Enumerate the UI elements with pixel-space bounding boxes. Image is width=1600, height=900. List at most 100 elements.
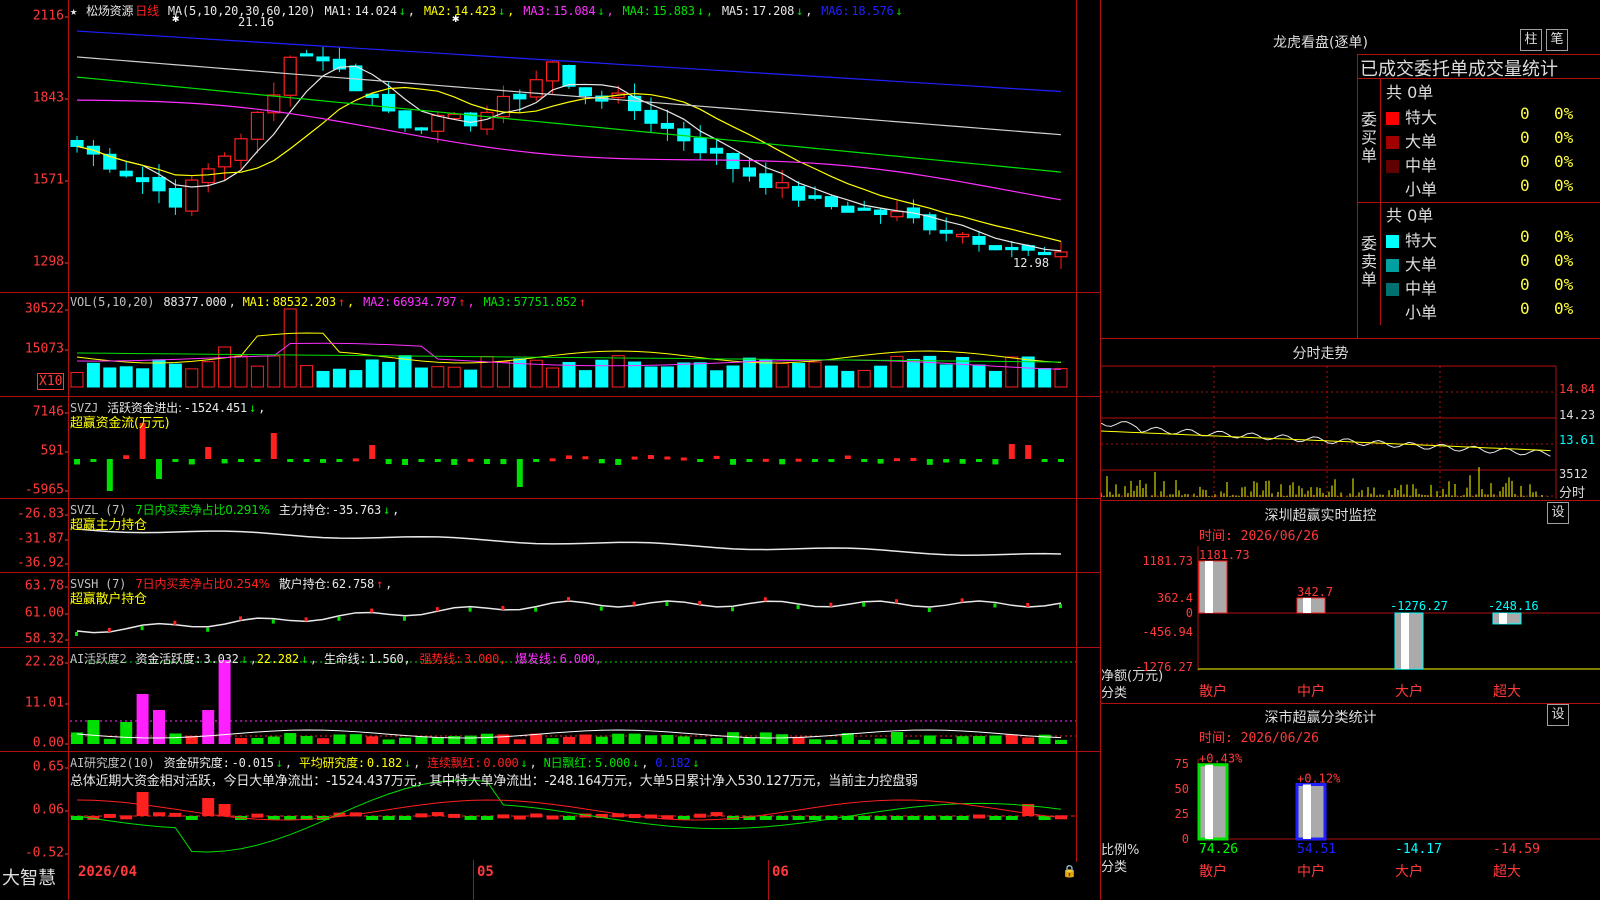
flow-bar bbox=[1008, 444, 1015, 459]
activity-bar bbox=[743, 738, 756, 744]
bar-mode-button[interactable]: 柱 bbox=[1520, 29, 1542, 51]
volume-bar bbox=[70, 371, 84, 388]
ai2-header: AI研究度2(10) 资金研究度: -0.015 ↓, 平均研究度: 0.182 ↓, … bbox=[70, 756, 700, 770]
candle-body bbox=[742, 167, 757, 177]
monitor-value: -1276.27 bbox=[1390, 599, 1448, 613]
ai2-summary: 总体近期大资金相对活跃，今日大单净流出：-1524.437万元，其中特大单净流出… bbox=[70, 774, 918, 789]
lhb-table: 已成交委托单成交量统计 委买单 委卖单 共 0单 特大 0 0% 大单 0 0% 中单 0… bbox=[1357, 54, 1600, 339]
activity-bar bbox=[628, 733, 641, 744]
price-panel[interactable]: 2116 1843 1571 1298 ✱ ✱ ★ 松炀资源 日线 MA(5,10,… bbox=[0, 0, 1100, 293]
activity-bar bbox=[579, 734, 592, 744]
candle-body bbox=[873, 209, 888, 216]
holding-dot bbox=[829, 602, 833, 607]
svzl-panel[interactable]: -26.83 -31.87 -36.92 SVZL (7) 7日内买卖净占比0.… bbox=[0, 499, 1100, 573]
candle-body bbox=[529, 79, 543, 98]
activity-bar bbox=[563, 736, 575, 744]
activity-bar bbox=[218, 660, 231, 744]
intra-unit: 分时 bbox=[1559, 486, 1586, 501]
volume-bar bbox=[234, 355, 248, 388]
research-bar bbox=[431, 812, 444, 817]
ai-research-panel[interactable]: 0.65 0.06 -0.52 AI研究度2(10) 资金研究度: -0.015 ↓… bbox=[0, 752, 1100, 862]
candle-body bbox=[119, 170, 133, 177]
monitor-chart[interactable]: 1181.73 362.40 -456.94 -1276.27 1181.73 散户 342… bbox=[1101, 501, 1600, 704]
candle-body bbox=[168, 187, 182, 208]
research-bar bbox=[891, 816, 903, 820]
intraday-chart[interactable] bbox=[1101, 339, 1600, 501]
flow-bar bbox=[943, 459, 950, 463]
activity-bar bbox=[317, 738, 329, 744]
candle-body bbox=[267, 94, 281, 114]
volume-bar bbox=[841, 370, 855, 388]
candle-body bbox=[136, 177, 150, 183]
holding-dot bbox=[567, 597, 570, 602]
high-price-label: 21.16 bbox=[238, 15, 275, 29]
svsh-panel[interactable]: 63.78 61.00 58.32 SVSH (7) 7日内买卖净占比0.254… bbox=[0, 573, 1100, 648]
research-bar bbox=[923, 816, 936, 820]
candle-body bbox=[578, 87, 593, 97]
holding-dot bbox=[534, 607, 538, 612]
flow-bar bbox=[451, 459, 458, 465]
candlestick-chart[interactable]: ✱ ✱ bbox=[0, 0, 1100, 293]
volume-bar bbox=[267, 355, 281, 388]
monitor-category: 大户 bbox=[1395, 683, 1423, 700]
monitor-bar-shine bbox=[1401, 613, 1409, 670]
candle-body bbox=[955, 233, 970, 238]
holding-dot bbox=[501, 605, 505, 610]
research-bar bbox=[694, 813, 707, 818]
monitor-panel[interactable]: 深圳超赢实时监控 设 时间: 2026/06/26 1181.73 362.4 0-… bbox=[1100, 501, 1600, 704]
period-label[interactable]: 日线 bbox=[135, 4, 159, 18]
volume-bar bbox=[316, 370, 330, 388]
tick-mode-button[interactable]: 笔 bbox=[1546, 29, 1568, 51]
volume-bar bbox=[710, 370, 724, 388]
research-bar bbox=[710, 812, 723, 817]
classify-chart[interactable]: 75 50 25 0 +0.43% 74.26 散户 +0.12% 54.51 中户 -14.17 大… bbox=[1101, 704, 1600, 900]
volume-bar bbox=[365, 359, 379, 388]
candle-body bbox=[791, 185, 806, 201]
month-sep bbox=[473, 860, 474, 900]
candle-body bbox=[759, 173, 773, 188]
classify-panel[interactable]: 深市超赢分类统计 设 时间: 2026/06/26 75 50 25 0 +0.43% 7… bbox=[1100, 704, 1600, 900]
bottom-bar bbox=[0, 862, 1100, 900]
activity-bar bbox=[87, 720, 100, 744]
activity-bar bbox=[1038, 734, 1051, 744]
research-bar bbox=[366, 816, 379, 820]
holding-dot bbox=[632, 601, 636, 606]
monitor-tick: 1181.73 bbox=[1142, 554, 1193, 568]
volume-bar bbox=[644, 366, 658, 388]
activity-bar bbox=[989, 735, 1002, 744]
sell-row: 大单 0 0% bbox=[1386, 251, 1573, 275]
research-bar bbox=[563, 816, 575, 820]
ai-activity-panel[interactable]: 22.28 11.01 0.00 AI活跃度2 资金活跃度: 3.032 ↓ ,22.… bbox=[0, 648, 1100, 752]
flow-bar bbox=[221, 459, 228, 464]
candle-body bbox=[562, 64, 576, 87]
candle-body bbox=[1037, 251, 1052, 256]
chart-area[interactable]: 2116 1843 1571 1298 ✱ ✱ ★ 松炀资源 日线 MA(5,10,… bbox=[0, 0, 1100, 900]
ma3: MA3: 15.084 ↓, bbox=[523, 4, 614, 18]
research-bar bbox=[858, 816, 871, 820]
candle-body bbox=[660, 122, 675, 129]
activity-bar bbox=[202, 710, 215, 744]
svzl-sub: 超赢主力持仓 bbox=[70, 518, 147, 533]
sell-label: 委卖单 bbox=[1361, 234, 1378, 289]
volume-panel[interactable]: 30522 15073 X10 VOL(5,10,20) 88377.000, … bbox=[0, 293, 1100, 397]
activity-bar bbox=[858, 739, 871, 744]
classify-tick: 0 bbox=[1182, 832, 1189, 846]
star-icon[interactable]: ★ bbox=[70, 4, 77, 18]
activity-bar bbox=[727, 732, 739, 744]
lock-icon[interactable]: 🔒 bbox=[1062, 864, 1077, 878]
research-bar bbox=[809, 816, 821, 820]
research-bar bbox=[120, 815, 133, 820]
svzj-panel[interactable]: 7146 591 -5965 SVZJ 活跃资金进出: -1524.451 ↓, 超… bbox=[0, 397, 1100, 499]
volume-bar bbox=[414, 367, 428, 388]
candle-body bbox=[283, 56, 297, 96]
ma1: MA1: 14.024 ↓, bbox=[324, 4, 415, 18]
classify-top: +0.12% bbox=[1297, 771, 1341, 785]
flow-bar bbox=[303, 459, 310, 462]
buy-row: 小单 0 0% bbox=[1386, 176, 1573, 200]
monitor-xlabel: 分类 bbox=[1101, 686, 1128, 701]
intraday-panel[interactable]: 分时走势 14.84 14.23 13.61 3512 分时 bbox=[1100, 339, 1600, 501]
holding-dot bbox=[731, 607, 734, 612]
candle-body bbox=[201, 168, 215, 184]
candle-body bbox=[1005, 246, 1019, 251]
holding-dot bbox=[895, 599, 898, 604]
